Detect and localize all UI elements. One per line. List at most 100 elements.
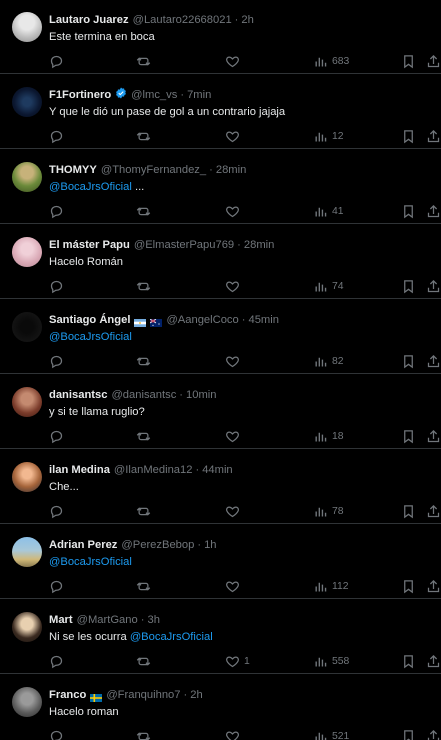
share-button[interactable] — [426, 277, 441, 295]
tweet-row[interactable]: Santiago Ángel @AangelCoco · 45min @Boca… — [0, 300, 441, 374]
display-name[interactable]: THOMYY — [49, 162, 97, 178]
tweet-row[interactable]: Adrian Perez @PerezBebop · 1h @BocaJrsOf… — [0, 525, 441, 599]
user-handle[interactable]: @lmc_vs — [131, 87, 177, 103]
share-button[interactable] — [426, 727, 441, 740]
bookmark-button[interactable] — [401, 202, 416, 220]
reply-button[interactable] — [49, 202, 64, 220]
like-button[interactable] — [225, 577, 244, 595]
reply-button[interactable] — [49, 277, 64, 295]
reply-button[interactable] — [49, 727, 64, 740]
views-button[interactable]: 82 — [313, 352, 344, 370]
share-button[interactable] — [426, 52, 441, 70]
tweet-row[interactable]: ilan Medina @IlanMedina12 · 44min Che...… — [0, 450, 441, 524]
like-button[interactable] — [225, 727, 244, 740]
user-handle[interactable]: @ThomyFernandez_ — [101, 162, 206, 178]
bookmark-button[interactable] — [401, 727, 416, 740]
share-button[interactable] — [426, 577, 441, 595]
timestamp[interactable]: 44min — [202, 462, 232, 478]
retweet-button[interactable] — [136, 277, 151, 295]
bookmark-button[interactable] — [401, 352, 416, 370]
tweet-row[interactable]: Lautaro Juarez @Lautaro22668021 · 2h Est… — [0, 0, 441, 74]
views-button[interactable]: 12 — [313, 127, 344, 145]
timestamp[interactable]: 2h — [241, 12, 253, 28]
tweet-row[interactable]: F1Fortinero @lmc_vs · 7min Y que le dió … — [0, 75, 441, 149]
bookmark-button[interactable] — [401, 427, 416, 445]
like-button[interactable] — [225, 127, 244, 145]
retweet-button[interactable] — [136, 427, 151, 445]
display-name[interactable]: Adrian Perez — [49, 537, 117, 553]
like-button[interactable] — [225, 277, 244, 295]
bookmark-button[interactable] — [401, 502, 416, 520]
user-handle[interactable]: @MartGano — [77, 612, 138, 628]
user-handle[interactable]: @Franquihno7 — [106, 687, 180, 703]
views-button[interactable]: 683 — [313, 52, 349, 70]
retweet-button[interactable] — [136, 127, 151, 145]
reply-button[interactable] — [49, 577, 64, 595]
tweet-row[interactable]: THOMYY @ThomyFernandez_ · 28min @BocaJrs… — [0, 150, 441, 224]
avatar[interactable] — [12, 237, 42, 267]
display-name[interactable]: Franco — [49, 687, 86, 703]
tweet-row[interactable]: Franco @Franquihno7 · 2h Hacelo roman 52… — [0, 675, 441, 740]
user-handle[interactable]: @IlanMedina12 — [114, 462, 193, 478]
user-handle[interactable]: @danisantsc — [111, 387, 176, 403]
timestamp[interactable]: 2h — [190, 687, 202, 703]
share-button[interactable] — [426, 502, 441, 520]
tweet-row[interactable]: El máster Papu @ElmasterPapu769 · 28min … — [0, 225, 441, 299]
avatar[interactable] — [12, 87, 42, 117]
share-button[interactable] — [426, 127, 441, 145]
user-handle[interactable]: @AangelCoco — [166, 312, 238, 328]
views-button[interactable]: 18 — [313, 427, 344, 445]
timestamp[interactable]: 45min — [248, 312, 278, 328]
reply-button[interactable] — [49, 352, 64, 370]
avatar[interactable] — [12, 312, 42, 342]
display-name[interactable]: danisantsc — [49, 387, 107, 403]
retweet-button[interactable] — [136, 727, 151, 740]
avatar[interactable] — [12, 687, 42, 717]
user-handle[interactable]: @PerezBebop — [121, 537, 194, 553]
views-button[interactable]: 74 — [313, 277, 344, 295]
avatar[interactable] — [12, 462, 42, 492]
mention-link[interactable]: @BocaJrsOficial — [130, 631, 213, 643]
avatar[interactable] — [12, 612, 42, 642]
timestamp[interactable]: 28min — [216, 162, 246, 178]
reply-button[interactable] — [49, 52, 64, 70]
views-button[interactable]: 78 — [313, 502, 344, 520]
display-name[interactable]: Santiago Ángel — [49, 312, 130, 328]
timestamp[interactable]: 7min — [187, 87, 211, 103]
reply-button[interactable] — [49, 427, 64, 445]
retweet-button[interactable] — [136, 352, 151, 370]
views-button[interactable]: 558 — [313, 652, 349, 670]
user-handle[interactable]: @ElmasterPapu769 — [134, 237, 234, 253]
avatar[interactable] — [12, 162, 42, 192]
reply-button[interactable] — [49, 127, 64, 145]
bookmark-button[interactable] — [401, 277, 416, 295]
like-button[interactable] — [225, 52, 244, 70]
like-button[interactable] — [225, 502, 244, 520]
views-button[interactable]: 41 — [313, 202, 344, 220]
avatar[interactable] — [12, 387, 42, 417]
timestamp[interactable]: 28min — [244, 237, 274, 253]
retweet-button[interactable] — [136, 202, 151, 220]
mention-link[interactable]: @BocaJrsOficial — [49, 331, 132, 343]
mention-link[interactable]: @BocaJrsOficial — [49, 181, 132, 193]
share-button[interactable] — [426, 202, 441, 220]
display-name[interactable]: ilan Medina — [49, 462, 110, 478]
views-button[interactable]: 521 — [313, 727, 349, 740]
like-button[interactable] — [225, 202, 244, 220]
user-handle[interactable]: @Lautaro22668021 — [133, 12, 232, 28]
like-button[interactable] — [225, 352, 244, 370]
bookmark-button[interactable] — [401, 577, 416, 595]
reply-button[interactable] — [49, 502, 64, 520]
retweet-button[interactable] — [136, 577, 151, 595]
display-name[interactable]: El máster Papu — [49, 237, 130, 253]
timestamp[interactable]: 1h — [204, 537, 216, 553]
tweet-row[interactable]: danisantsc @danisantsc · 10min y si te l… — [0, 375, 441, 449]
share-button[interactable] — [426, 352, 441, 370]
bookmark-button[interactable] — [401, 127, 416, 145]
retweet-button[interactable] — [136, 652, 151, 670]
retweet-button[interactable] — [136, 502, 151, 520]
timestamp[interactable]: 3h — [147, 612, 159, 628]
bookmark-button[interactable] — [401, 652, 416, 670]
like-button[interactable]: 1 — [225, 652, 250, 670]
timestamp[interactable]: 10min — [186, 387, 216, 403]
